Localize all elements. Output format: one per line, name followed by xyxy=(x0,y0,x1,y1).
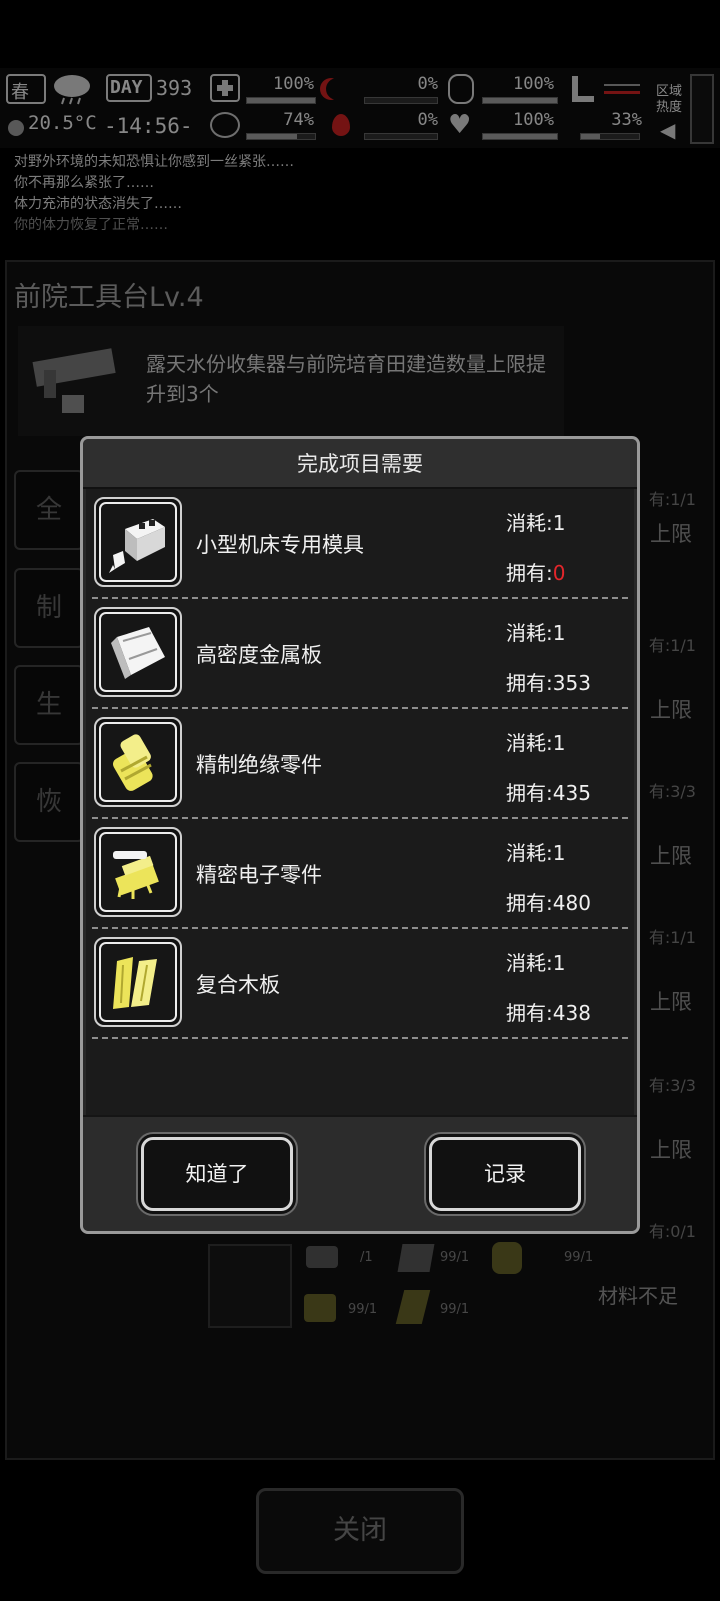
item-consume: 消耗:1 xyxy=(506,841,566,865)
metal-plate-icon xyxy=(111,627,165,679)
ok-button[interactable]: 知道了 xyxy=(141,1137,293,1211)
requirements-dialog: 完成项目需要 小型机床专用模具 消耗:1 拥有:0 高密度金属板 消耗:1 拥有… xyxy=(80,436,640,1234)
item-name: 小型机床专用模具 xyxy=(196,533,364,557)
requirement-row: 精密电子零件 消耗:1 拥有:480 xyxy=(86,819,634,929)
item-consume: 消耗:1 xyxy=(506,951,566,975)
owned-label: 拥有: xyxy=(506,781,553,805)
requirement-row: 小型机床专用模具 消耗:1 拥有:0 xyxy=(86,489,634,599)
composite-wood-icon xyxy=(113,957,157,1009)
item-name: 精密电子零件 xyxy=(196,863,322,887)
owned-value-insufficient: 0 xyxy=(552,561,566,585)
owned-label: 拥有: xyxy=(506,671,553,695)
item-consume: 消耗:1 xyxy=(506,731,566,755)
owned-value: 480 xyxy=(552,891,591,915)
owned-label: 拥有: xyxy=(506,891,553,915)
requirement-row: 高密度金属板 消耗:1 拥有:353 xyxy=(86,599,634,709)
item-consume: 消耗:1 xyxy=(506,621,566,645)
owned-value: 438 xyxy=(552,1001,591,1025)
item-consume: 消耗:1 xyxy=(506,511,566,535)
owned-value: 353 xyxy=(552,671,591,695)
item-name: 复合木板 xyxy=(196,973,280,997)
dialog-title: 完成项目需要 xyxy=(83,439,637,489)
item-icon-frame xyxy=(94,827,182,917)
item-owned: 拥有:0 xyxy=(506,557,565,586)
machine-tool-mold-icon xyxy=(109,519,165,573)
item-owned: 拥有:353 xyxy=(506,667,591,696)
requirement-row: 复合木板 消耗:1 拥有:438 xyxy=(86,929,634,1039)
item-owned: 拥有:438 xyxy=(506,997,591,1026)
item-owned: 拥有:480 xyxy=(506,887,591,916)
item-icon-frame xyxy=(94,717,182,807)
owned-label: 拥有: xyxy=(506,1001,553,1025)
row-divider xyxy=(92,1037,628,1039)
item-name: 精制绝缘零件 xyxy=(196,753,322,777)
item-name: 高密度金属板 xyxy=(196,643,322,667)
item-owned: 拥有:435 xyxy=(506,777,591,806)
item-icon-frame xyxy=(94,937,182,1027)
owned-label: 拥有: xyxy=(506,561,553,585)
owned-value: 435 xyxy=(552,781,591,805)
insulation-part-icon xyxy=(113,734,153,791)
record-button[interactable]: 记录 xyxy=(429,1137,581,1211)
item-icon-frame xyxy=(94,497,182,587)
item-icon-frame xyxy=(94,607,182,697)
requirement-row: 精制绝缘零件 消耗:1 拥有:435 xyxy=(86,709,634,819)
electronic-part-icon xyxy=(113,851,159,899)
requirements-list: 小型机床专用模具 消耗:1 拥有:0 高密度金属板 消耗:1 拥有:353 精制… xyxy=(86,489,634,1115)
dialog-footer: 知道了 记录 xyxy=(83,1115,637,1231)
